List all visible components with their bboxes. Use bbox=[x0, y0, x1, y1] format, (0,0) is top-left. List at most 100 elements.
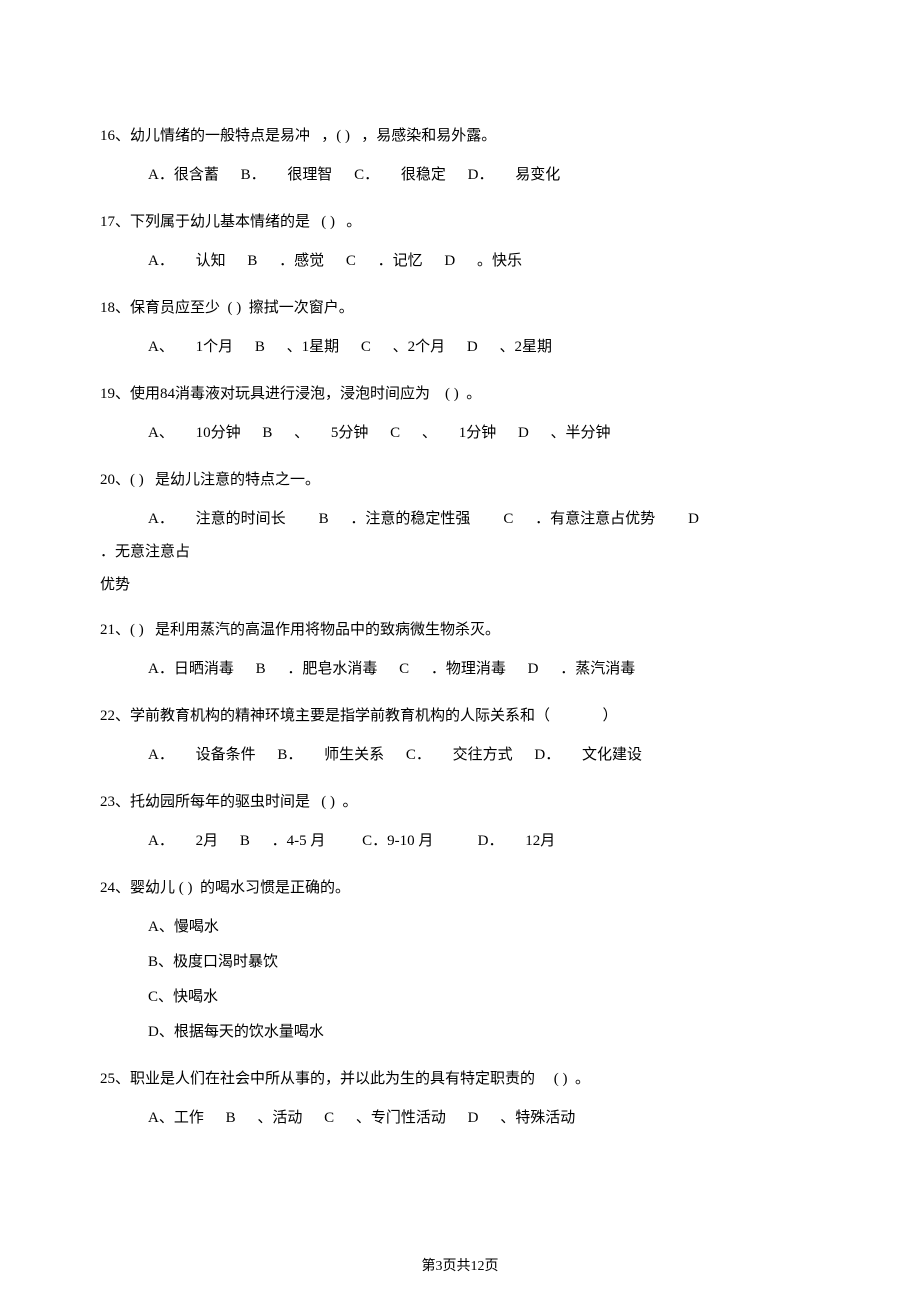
question-text: 24、婴幼儿 ( ) 的喝水习惯是正确的。 bbox=[100, 872, 820, 905]
option-a-label: A． bbox=[148, 825, 174, 858]
question-25: 25、职业是人们在社会中所从事的，并以此为生的具有特定职责的 ( ) 。 A、工… bbox=[100, 1063, 820, 1135]
qtext-a: ( ) bbox=[130, 622, 144, 638]
question-text: 23、托幼园所每年的驱虫时间是 ( ) 。 bbox=[100, 786, 820, 819]
options-row: A．日晒消毒 B ．肥皂水消毒 C ．物理消毒 D ．蒸汽消毒 bbox=[100, 653, 820, 686]
qnum: 18、 bbox=[100, 300, 130, 316]
qtext-a: ( ) bbox=[130, 472, 144, 488]
qtext-a: 婴幼儿 bbox=[130, 880, 175, 896]
options-row: A． 2月 B ．4-5 月 C．9-10 月 D． 12月 bbox=[100, 825, 820, 858]
qtext-b: 是利用蒸汽的高温作用将物品中的致病微生物杀灭。 bbox=[155, 622, 500, 638]
option-b-label: B bbox=[226, 1102, 236, 1135]
option-c-label: C bbox=[361, 331, 371, 364]
question-text: 25、职业是人们在社会中所从事的，并以此为生的具有特定职责的 ( ) 。 bbox=[100, 1063, 820, 1096]
option-b-label: B． bbox=[241, 159, 266, 192]
option-d-text: 文化建设 bbox=[582, 739, 642, 772]
question-17: 17、下列属于幼儿基本情绪的是 ( ) 。 A． 认知 B ．感觉 C ．记忆 … bbox=[100, 206, 820, 278]
option-d-label: D． bbox=[478, 825, 504, 858]
qtext-a: 幼儿情绪的一般特点是易冲 bbox=[130, 128, 310, 144]
option-a: A．日晒消毒 bbox=[148, 653, 234, 686]
blank: ( ) bbox=[321, 794, 335, 810]
option-a-text: 认知 bbox=[196, 245, 226, 278]
option-a-label: A、 bbox=[148, 417, 174, 450]
option-a-label: A． bbox=[148, 245, 174, 278]
blank: ( ) bbox=[321, 214, 335, 230]
option-b-text: 5分钟 bbox=[331, 417, 369, 450]
option-a-text: 1个月 bbox=[196, 331, 234, 364]
option-c: C、快喝水 bbox=[148, 981, 820, 1014]
option-b-text: ．4-5 月 bbox=[272, 825, 326, 858]
option-c-text: ．记忆 bbox=[378, 245, 423, 278]
question-21: 21、( ) 是利用蒸汽的高温作用将物品中的致病微生物杀灭。 A．日晒消毒 B … bbox=[100, 614, 820, 686]
options-row: A． 认知 B ．感觉 C ．记忆 D 。快乐 bbox=[100, 245, 820, 278]
option-d-text: ．蒸汽消毒 bbox=[560, 653, 635, 686]
option-d-label: D bbox=[467, 331, 478, 364]
qtext-b: 的喝水习惯是正确的。 bbox=[200, 880, 350, 896]
option-b-label: B bbox=[240, 825, 250, 858]
qnum: 17、 bbox=[100, 214, 130, 230]
option-b-label: B bbox=[255, 331, 265, 364]
options-row: A、工作 B 、活动 C 、专门性活动 D 、特殊活动 bbox=[100, 1102, 820, 1135]
qnum: 24、 bbox=[100, 880, 130, 896]
options-row: A、 10分钟 B 、 5分钟 C 、 1分钟 D 、半分钟 bbox=[100, 417, 820, 450]
option-c-text: 交往方式 bbox=[453, 739, 513, 772]
question-text: 20、( ) 是幼儿注意的特点之一。 bbox=[100, 464, 820, 497]
question-text: 19、使用84消毒液对玩具进行浸泡，浸泡时间应为 ( ) 。 bbox=[100, 378, 820, 411]
qtext-a: 职业是人们在社会中所从事的，并以此为生的具有特定职责的 bbox=[130, 1071, 535, 1087]
qnum: 19、 bbox=[100, 386, 130, 402]
blank: ( ) bbox=[179, 880, 193, 896]
option-c-text: 、2个月 bbox=[393, 331, 446, 364]
option-c-label: C bbox=[503, 503, 513, 536]
qtext-b: 擦拭一次窗户。 bbox=[249, 300, 354, 316]
blank: ( ) bbox=[554, 1071, 568, 1087]
option-c-text: ．有意注意占优势 bbox=[535, 503, 655, 536]
blank: ( ) bbox=[228, 300, 242, 316]
option-c-text: 很稳定 bbox=[401, 159, 446, 192]
qtext-a: 使用84消毒液对玩具进行浸泡，浸泡时间应为 bbox=[130, 386, 430, 402]
option-b-text: ．肥皂水消毒 bbox=[287, 653, 377, 686]
option-d: D、根据每天的饮水量喝水 bbox=[148, 1016, 820, 1049]
blank: ( ) bbox=[445, 386, 459, 402]
option-d-label: D bbox=[688, 503, 699, 536]
option-b-text: ．感觉 bbox=[279, 245, 324, 278]
question-24: 24、婴幼儿 ( ) 的喝水习惯是正确的。 A、慢喝水 B、极度口渴时暴饮 C、… bbox=[100, 872, 820, 1049]
qtext-b: ，易感染和易外露。 bbox=[361, 128, 496, 144]
page-content: 16、幼儿情绪的一般特点是易冲 ，( ) ，易感染和易外露。 A．很含蓄 B． … bbox=[0, 0, 920, 1315]
option-a-label: A． bbox=[148, 739, 174, 772]
qtext-a: 学前教育机构的精神环境主要是指学前教育机构的人际关系和（ bbox=[130, 708, 550, 724]
option-b-sep: 、 bbox=[294, 417, 309, 450]
qtext-b: 。 bbox=[343, 794, 358, 810]
option-d-text: 、2星期 bbox=[500, 331, 553, 364]
option-c-label: C bbox=[399, 653, 409, 686]
option-d-text: ．无意注意占 bbox=[100, 536, 190, 569]
options-wrap: A． 注意的时间长 B ．注意的稳定性强 C ．有意注意占优势 D ．无意注意占… bbox=[100, 503, 820, 602]
option-d-text: 。快乐 bbox=[477, 245, 522, 278]
question-text: 18、保育员应至少 ( ) 擦拭一次窗户。 bbox=[100, 292, 820, 325]
qtext-b: 是幼儿注意的特点之一。 bbox=[155, 472, 320, 488]
qtext-b: 。 bbox=[466, 386, 481, 402]
option-b-label: B bbox=[262, 417, 272, 450]
question-23: 23、托幼园所每年的驱虫时间是 ( ) 。 A． 2月 B ．4-5 月 C．9… bbox=[100, 786, 820, 858]
question-text: 17、下列属于幼儿基本情绪的是 ( ) 。 bbox=[100, 206, 820, 239]
option-c-label: C bbox=[346, 245, 356, 278]
question-16: 16、幼儿情绪的一般特点是易冲 ，( ) ，易感染和易外露。 A．很含蓄 B． … bbox=[100, 120, 820, 192]
option-b-text: 师生关系 bbox=[324, 739, 384, 772]
question-19: 19、使用84消毒液对玩具进行浸泡，浸泡时间应为 ( ) 。 A、 10分钟 B… bbox=[100, 378, 820, 450]
option-b-text: 、1星期 bbox=[287, 331, 340, 364]
qnum: 23、 bbox=[100, 794, 130, 810]
option-c-label: C bbox=[390, 417, 400, 450]
options-row: A． 设备条件 B． 师生关系 C． 交往方式 D． 文化建设 bbox=[100, 739, 820, 772]
option-d-label: D bbox=[518, 417, 529, 450]
option-b-text: 、活动 bbox=[257, 1102, 302, 1135]
question-text: 22、学前教育机构的精神环境主要是指学前教育机构的人际关系和（ ） bbox=[100, 700, 820, 733]
qtext-a: 保育员应至少 bbox=[130, 300, 220, 316]
option-c-label: C． bbox=[406, 739, 431, 772]
option-d-label: D bbox=[468, 1102, 479, 1135]
option-c-label: C． bbox=[354, 159, 379, 192]
qtext-a: 托幼园所每年的驱虫时间是 bbox=[130, 794, 310, 810]
option-a-label: A、 bbox=[148, 331, 174, 364]
question-text: 21、( ) 是利用蒸汽的高温作用将物品中的致病微生物杀灭。 bbox=[100, 614, 820, 647]
option-d-text: 易变化 bbox=[515, 159, 560, 192]
option-b-label: B bbox=[256, 653, 266, 686]
qtext-a: 下列属于幼儿基本情绪的是 bbox=[130, 214, 310, 230]
option-d-label: D bbox=[528, 653, 539, 686]
